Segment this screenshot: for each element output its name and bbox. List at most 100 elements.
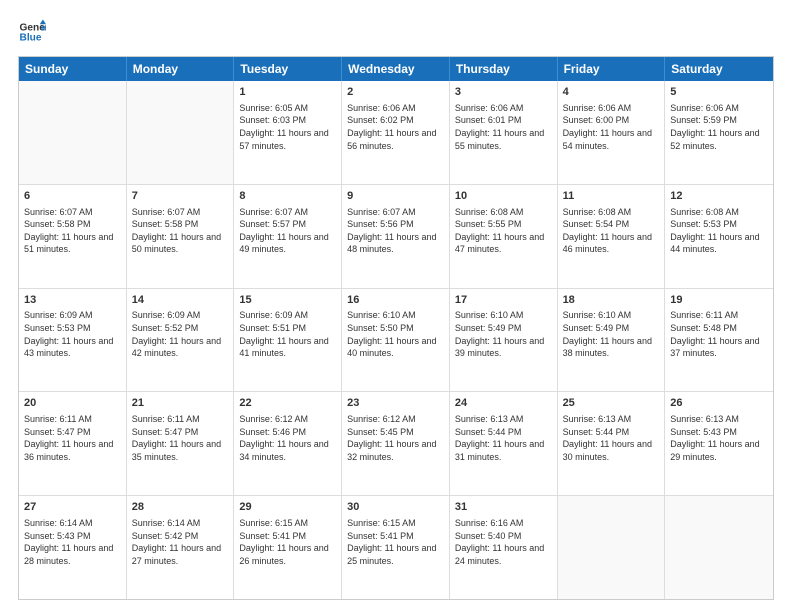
day-info: Sunrise: 6:06 AM Sunset: 5:59 PM Dayligh… <box>670 102 768 152</box>
day-cell-24: 24 Sunrise: 6:13 AM Sunset: 5:44 PM Dayli… <box>450 392 558 495</box>
week-row-2: 6 Sunrise: 6:07 AM Sunset: 5:58 PM Daylig… <box>19 185 773 289</box>
day-info: Sunrise: 6:06 AM Sunset: 6:02 PM Dayligh… <box>347 102 444 152</box>
svg-text:Blue: Blue <box>20 33 42 44</box>
day-cell-5: 5 Sunrise: 6:06 AM Sunset: 5:59 PM Daylig… <box>665 81 773 184</box>
calendar-body: 1 Sunrise: 6:05 AM Sunset: 6:03 PM Daylig… <box>19 81 773 599</box>
day-info: Sunrise: 6:12 AM Sunset: 5:46 PM Dayligh… <box>239 413 336 463</box>
day-number: 19 <box>670 293 768 308</box>
day-cell-19: 19Sunrise: 6:11 AM Sunset: 5:48 PM Dayli… <box>665 289 773 392</box>
day-info: Sunrise: 6:13 AM Sunset: 5:44 PM Dayligh… <box>455 413 552 463</box>
day-cell-4: 4 Sunrise: 6:06 AM Sunset: 6:00 PM Daylig… <box>558 81 666 184</box>
day-info: Sunrise: 6:07 AM Sunset: 5:58 PM Dayligh… <box>132 206 229 256</box>
day-info: Sunrise: 6:07 AM Sunset: 5:57 PM Dayligh… <box>239 206 336 256</box>
day-number: 3 <box>455 85 552 100</box>
day-info: Sunrise: 6:11 AM Sunset: 5:47 PM Dayligh… <box>24 413 121 463</box>
day-number: 13 <box>24 293 121 308</box>
day-info: Sunrise: 6:06 AM Sunset: 6:00 PM Dayligh… <box>563 102 660 152</box>
day-cell-22: 22 Sunrise: 6:12 AM Sunset: 5:46 PM Dayli… <box>234 392 342 495</box>
empty-cell <box>558 496 666 599</box>
day-cell-18: 18Sunrise: 6:10 AM Sunset: 5:49 PM Dayli… <box>558 289 666 392</box>
header-day-wednesday: Wednesday <box>342 57 450 81</box>
day-cell-13: 13Sunrise: 6:09 AM Sunset: 5:53 PM Dayli… <box>19 289 127 392</box>
day-cell-8: 8Sunrise: 6:07 AM Sunset: 5:57 PM Daylig… <box>234 185 342 288</box>
day-cell-31: 31Sunrise: 6:16 AM Sunset: 5:40 PM Dayli… <box>450 496 558 599</box>
day-cell-16: 16Sunrise: 6:10 AM Sunset: 5:50 PM Dayli… <box>342 289 450 392</box>
header-day-monday: Monday <box>127 57 235 81</box>
day-number: 6 <box>24 189 121 204</box>
day-number: 23 <box>347 396 444 411</box>
day-number: 22 <box>239 396 336 411</box>
calendar-header: SundayMondayTuesdayWednesdayThursdayFrid… <box>19 57 773 81</box>
day-cell-15: 15Sunrise: 6:09 AM Sunset: 5:51 PM Dayli… <box>234 289 342 392</box>
day-number: 4 <box>563 85 660 100</box>
day-info: Sunrise: 6:13 AM Sunset: 5:44 PM Dayligh… <box>563 413 660 463</box>
day-info: Sunrise: 6:08 AM Sunset: 5:54 PM Dayligh… <box>563 206 660 256</box>
day-number: 5 <box>670 85 768 100</box>
week-row-4: 20 Sunrise: 6:11 AM Sunset: 5:47 PM Dayli… <box>19 392 773 496</box>
day-info: Sunrise: 6:12 AM Sunset: 5:45 PM Dayligh… <box>347 413 444 463</box>
day-info: Sunrise: 6:10 AM Sunset: 5:49 PM Dayligh… <box>563 309 660 359</box>
day-cell-7: 7 Sunrise: 6:07 AM Sunset: 5:58 PM Daylig… <box>127 185 235 288</box>
day-cell-12: 12 Sunrise: 6:08 AM Sunset: 5:53 PM Dayli… <box>665 185 773 288</box>
day-cell-20: 20 Sunrise: 6:11 AM Sunset: 5:47 PM Dayli… <box>19 392 127 495</box>
day-number: 25 <box>563 396 660 411</box>
header-day-thursday: Thursday <box>450 57 558 81</box>
day-number: 24 <box>455 396 552 411</box>
day-cell-30: 30Sunrise: 6:15 AM Sunset: 5:41 PM Dayli… <box>342 496 450 599</box>
day-cell-29: 29Sunrise: 6:15 AM Sunset: 5:41 PM Dayli… <box>234 496 342 599</box>
empty-cell <box>665 496 773 599</box>
week-row-5: 27 Sunrise: 6:14 AM Sunset: 5:43 PM Dayli… <box>19 496 773 599</box>
day-number: 17 <box>455 293 552 308</box>
day-cell-11: 11 Sunrise: 6:08 AM Sunset: 5:54 PM Dayli… <box>558 185 666 288</box>
day-cell-6: 6Sunrise: 6:07 AM Sunset: 5:58 PM Daylig… <box>19 185 127 288</box>
day-info: Sunrise: 6:10 AM Sunset: 5:49 PM Dayligh… <box>455 309 552 359</box>
day-number: 11 <box>563 189 660 204</box>
day-info: Sunrise: 6:16 AM Sunset: 5:40 PM Dayligh… <box>455 517 552 567</box>
day-info: Sunrise: 6:08 AM Sunset: 5:53 PM Dayligh… <box>670 206 768 256</box>
day-number: 18 <box>563 293 660 308</box>
empty-cell <box>127 81 235 184</box>
day-cell-23: 23 Sunrise: 6:12 AM Sunset: 5:45 PM Dayli… <box>342 392 450 495</box>
day-cell-2: 2Sunrise: 6:06 AM Sunset: 6:02 PM Daylig… <box>342 81 450 184</box>
week-row-1: 1 Sunrise: 6:05 AM Sunset: 6:03 PM Daylig… <box>19 81 773 185</box>
day-info: Sunrise: 6:15 AM Sunset: 5:41 PM Dayligh… <box>239 517 336 567</box>
logo: General Blue <box>18 18 46 46</box>
day-cell-26: 26 Sunrise: 6:13 AM Sunset: 5:43 PM Dayli… <box>665 392 773 495</box>
day-number: 7 <box>132 189 229 204</box>
day-cell-1: 1 Sunrise: 6:05 AM Sunset: 6:03 PM Daylig… <box>234 81 342 184</box>
day-cell-9: 9 Sunrise: 6:07 AM Sunset: 5:56 PM Daylig… <box>342 185 450 288</box>
header-day-friday: Friday <box>558 57 666 81</box>
day-info: Sunrise: 6:05 AM Sunset: 6:03 PM Dayligh… <box>239 102 336 152</box>
empty-cell <box>19 81 127 184</box>
header: General Blue <box>18 18 774 46</box>
day-number: 10 <box>455 189 552 204</box>
calendar: SundayMondayTuesdayWednesdayThursdayFrid… <box>18 56 774 600</box>
day-number: 30 <box>347 500 444 515</box>
header-day-sunday: Sunday <box>19 57 127 81</box>
day-info: Sunrise: 6:11 AM Sunset: 5:47 PM Dayligh… <box>132 413 229 463</box>
day-info: Sunrise: 6:14 AM Sunset: 5:43 PM Dayligh… <box>24 517 121 567</box>
day-cell-3: 3 Sunrise: 6:06 AM Sunset: 6:01 PM Daylig… <box>450 81 558 184</box>
day-number: 20 <box>24 396 121 411</box>
day-info: Sunrise: 6:09 AM Sunset: 5:51 PM Dayligh… <box>239 309 336 359</box>
day-number: 26 <box>670 396 768 411</box>
day-info: Sunrise: 6:10 AM Sunset: 5:50 PM Dayligh… <box>347 309 444 359</box>
day-cell-25: 25 Sunrise: 6:13 AM Sunset: 5:44 PM Dayli… <box>558 392 666 495</box>
day-info: Sunrise: 6:06 AM Sunset: 6:01 PM Dayligh… <box>455 102 552 152</box>
day-number: 27 <box>24 500 121 515</box>
day-number: 15 <box>239 293 336 308</box>
day-info: Sunrise: 6:09 AM Sunset: 5:53 PM Dayligh… <box>24 309 121 359</box>
day-number: 14 <box>132 293 229 308</box>
day-info: Sunrise: 6:07 AM Sunset: 5:56 PM Dayligh… <box>347 206 444 256</box>
day-number: 1 <box>239 85 336 100</box>
day-info: Sunrise: 6:13 AM Sunset: 5:43 PM Dayligh… <box>670 413 768 463</box>
day-info: Sunrise: 6:14 AM Sunset: 5:42 PM Dayligh… <box>132 517 229 567</box>
day-number: 12 <box>670 189 768 204</box>
header-day-tuesday: Tuesday <box>234 57 342 81</box>
day-cell-10: 10 Sunrise: 6:08 AM Sunset: 5:55 PM Dayli… <box>450 185 558 288</box>
day-cell-21: 21Sunrise: 6:11 AM Sunset: 5:47 PM Dayli… <box>127 392 235 495</box>
header-day-saturday: Saturday <box>665 57 773 81</box>
day-number: 9 <box>347 189 444 204</box>
day-info: Sunrise: 6:08 AM Sunset: 5:55 PM Dayligh… <box>455 206 552 256</box>
week-row-3: 13Sunrise: 6:09 AM Sunset: 5:53 PM Dayli… <box>19 289 773 393</box>
